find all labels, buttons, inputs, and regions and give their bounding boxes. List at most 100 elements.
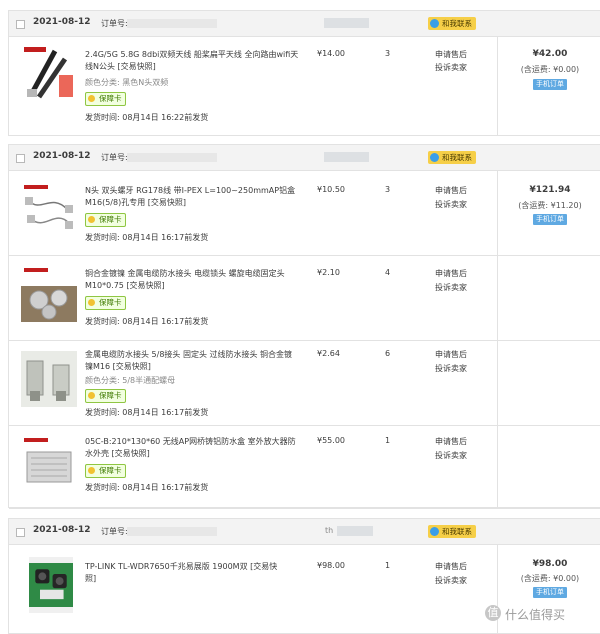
- order-date: 2021-08-12: [33, 151, 91, 161]
- contact-label: 和我联系: [442, 153, 472, 162]
- quantity: 1: [385, 561, 391, 570]
- apply-after-sale-link[interactable]: 申请售后: [435, 268, 467, 279]
- chat-icon: [430, 153, 439, 162]
- guarantee-label: 保障卡: [99, 298, 122, 307]
- order-date: 2021-08-12: [33, 525, 91, 535]
- order-card: 2021-08-12 订单号: 2 和我联系 2.4G/5G 5.8G 8dbi…: [8, 10, 600, 136]
- mobile-order-badge[interactable]: 手机订单: [533, 214, 567, 225]
- seller-name-blurred: [324, 152, 369, 162]
- order-number-blurred: [127, 527, 217, 536]
- ship-time: 发货时间: 08月14日 16:17前发货: [85, 408, 209, 417]
- guarantee-card-badge[interactable]: 保障卡: [85, 296, 126, 310]
- guarantee-icon: [88, 299, 95, 306]
- order-total: ¥42.00: [532, 49, 568, 59]
- order-checkbox[interactable]: [16, 20, 25, 29]
- guarantee-label: 保障卡: [99, 215, 122, 224]
- watermark-logo-icon: 值: [485, 605, 501, 621]
- seller-name-blurred: [337, 526, 373, 536]
- contact-label: 和我联系: [442, 527, 472, 536]
- ship-time: 发货时间: 08月14日 16:17前发货: [85, 233, 209, 242]
- apply-after-sale-link[interactable]: 申请售后: [435, 561, 467, 572]
- product-title[interactable]: 2.4G/5G 5.8G 8dbi双频天线 船桨扁平天线 全向路由wifi天线N…: [85, 49, 299, 73]
- product-title[interactable]: 金属电缆防水接头 5/8接头 固定头 过线防水接头 铜合金镀镍M16 [交易快照…: [85, 349, 299, 373]
- spec-label: 颜色分类:: [85, 376, 120, 385]
- order-header: 2021-08-12 订单号: 20 和我联系: [9, 145, 600, 171]
- order-freight: (含运费: ¥0.00): [520, 65, 580, 74]
- complain-seller-link[interactable]: 投诉卖家: [435, 363, 467, 374]
- guarantee-icon: [88, 216, 95, 223]
- product-title[interactable]: 铜合金镀镍 金属电缆防水接头 电缆锁头 螺旋电缆固定头 M10*0.75 [交易…: [85, 268, 299, 292]
- guarantee-label: 保障卡: [99, 466, 122, 475]
- order-total: ¥98.00: [532, 559, 568, 569]
- apply-after-sale-link[interactable]: 申请售后: [435, 49, 467, 60]
- spec-value: 5/8半通配螺母: [122, 376, 176, 385]
- guarantee-card-badge[interactable]: 保障卡: [85, 464, 126, 478]
- ship-time: 发货时间: 08月14日 16:17前发货: [85, 317, 209, 326]
- unit-price: ¥55.00: [317, 436, 345, 445]
- spec-label: 颜色分类:: [85, 78, 120, 87]
- watermark-text: 什么值得买: [505, 608, 566, 622]
- quantity: 3: [385, 49, 391, 58]
- guarantee-card-badge[interactable]: 保障卡: [85, 213, 126, 227]
- order-total-column: ¥121.94 (含运费: ¥11.20) 手机订单: [497, 171, 600, 507]
- unit-price: ¥10.50: [317, 185, 345, 194]
- order-freight: (含运费: ¥11.20): [518, 201, 582, 210]
- seller-name[interactable]: th: [325, 526, 333, 535]
- guarantee-icon: [88, 95, 95, 102]
- order-header: 2021-08-12 订单号: 202 th 和我联系: [9, 519, 600, 545]
- quantity: 3: [385, 185, 391, 194]
- product-thumbnail[interactable]: [21, 266, 77, 322]
- order-number-blurred: [127, 153, 217, 162]
- complain-seller-link[interactable]: 投诉卖家: [435, 450, 467, 461]
- product-thumbnail[interactable]: [21, 45, 77, 101]
- product-thumbnail[interactable]: [29, 557, 73, 613]
- product-thumbnail[interactable]: [21, 351, 77, 407]
- order-freight: (含运费: ¥0.00): [520, 574, 580, 583]
- spec-value: 黑色N头双频: [122, 78, 169, 87]
- order-total: ¥121.94: [529, 185, 571, 195]
- guarantee-card-badge[interactable]: 保障卡: [85, 92, 126, 106]
- contact-seller-button[interactable]: 和我联系: [428, 17, 476, 30]
- order-header: 2021-08-12 订单号: 2 和我联系: [9, 11, 600, 37]
- product-spec: 颜色分类: 黑色N头双频: [85, 77, 168, 88]
- unit-price: ¥14.00: [317, 49, 345, 58]
- quantity: 1: [385, 436, 391, 445]
- guarantee-icon: [88, 392, 95, 399]
- order-card: 2021-08-12 订单号: 20 和我联系 N头 双头螺牙 RG178线 带…: [8, 144, 600, 509]
- apply-after-sale-link[interactable]: 申请售后: [435, 436, 467, 447]
- quantity: 4: [385, 268, 391, 277]
- ship-time: 发货时间: 08月14日 16:22前发货: [85, 113, 209, 122]
- quantity: 6: [385, 349, 391, 358]
- product-spec: 颜色分类: 5/8半通配螺母: [85, 375, 175, 386]
- order-number-blurred: [127, 19, 217, 28]
- product-thumbnail[interactable]: [21, 436, 77, 492]
- product-thumbnail[interactable]: [21, 183, 77, 239]
- chat-icon: [430, 19, 439, 28]
- guarantee-label: 保障卡: [99, 391, 122, 400]
- complain-seller-link[interactable]: 投诉卖家: [435, 62, 467, 73]
- unit-price: ¥98.00: [317, 561, 345, 570]
- guarantee-card-badge[interactable]: 保障卡: [85, 389, 126, 403]
- complain-seller-link[interactable]: 投诉卖家: [435, 199, 467, 210]
- apply-after-sale-link[interactable]: 申请售后: [435, 185, 467, 196]
- mobile-order-badge[interactable]: 手机订单: [533, 587, 567, 598]
- order-total-column: ¥42.00 (含运费: ¥0.00) 手机订单: [497, 37, 600, 135]
- ship-time: 发货时间: 08月14日 16:17前发货: [85, 483, 209, 492]
- contact-seller-button[interactable]: 和我联系: [428, 151, 476, 164]
- order-checkbox[interactable]: [16, 154, 25, 163]
- guarantee-label: 保障卡: [99, 94, 122, 103]
- order-date: 2021-08-12: [33, 17, 91, 27]
- seller-name-blurred: [324, 18, 369, 28]
- contact-seller-button[interactable]: 和我联系: [428, 525, 476, 538]
- contact-label: 和我联系: [442, 19, 472, 28]
- complain-seller-link[interactable]: 投诉卖家: [435, 282, 467, 293]
- guarantee-icon: [88, 467, 95, 474]
- product-title[interactable]: 05C-B:210*130*60 无线AP网桥铸铝防水盒 室外放大器防水外壳 […: [85, 436, 299, 460]
- product-title[interactable]: N头 双头螺牙 RG178线 带I-PEX L=100~250mmAP铝盒M16…: [85, 185, 299, 209]
- product-title[interactable]: TP-LINK TL-WDR7650千兆易展版 1900M双 [交易快照]: [85, 561, 285, 585]
- order-checkbox[interactable]: [16, 528, 25, 537]
- unit-price: ¥2.64: [317, 349, 340, 358]
- mobile-order-badge[interactable]: 手机订单: [533, 79, 567, 90]
- complain-seller-link[interactable]: 投诉卖家: [435, 575, 467, 586]
- apply-after-sale-link[interactable]: 申请售后: [435, 349, 467, 360]
